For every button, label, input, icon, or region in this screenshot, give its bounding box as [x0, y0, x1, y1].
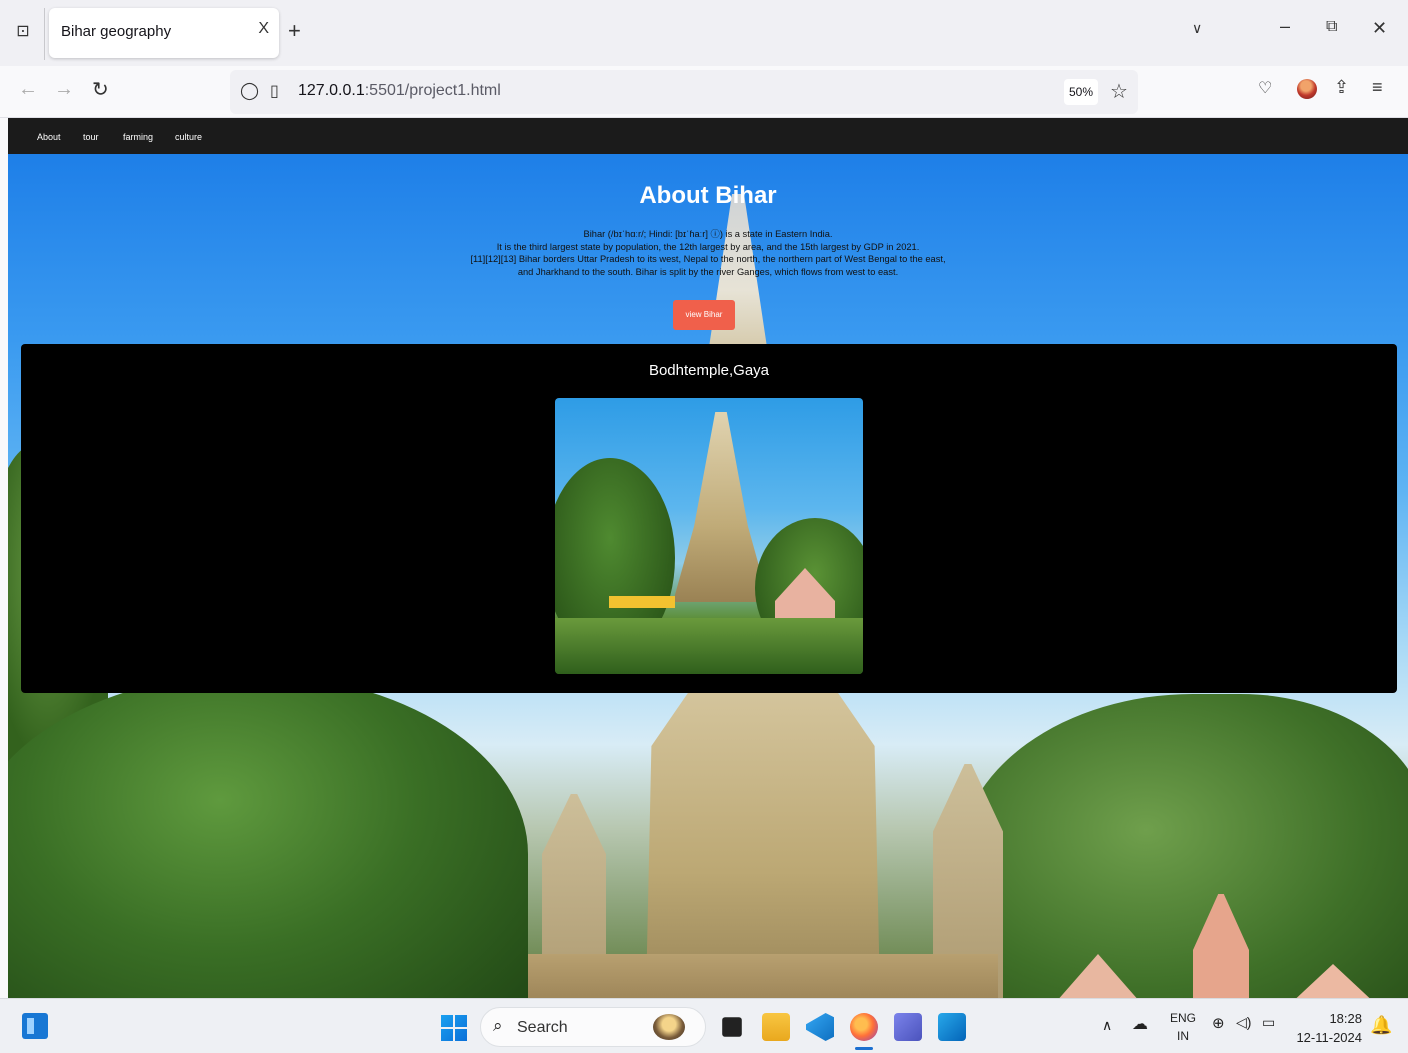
file-explorer-icon[interactable]: [762, 1013, 790, 1041]
onedrive-icon[interactable]: ☁: [1132, 1014, 1148, 1034]
image-flags: [609, 596, 675, 608]
temple-background: [645, 674, 881, 998]
zoom-level-badge[interactable]: 50%: [1064, 79, 1098, 105]
tree-background: [8, 674, 528, 998]
share-icon[interactable]: ⇪: [1334, 77, 1349, 98]
forward-arrow-icon[interactable]: →: [54, 78, 74, 101]
bookmark-star-icon[interactable]: ☆: [1110, 79, 1128, 104]
site-navbar: About tour farming culture: [8, 118, 1408, 154]
lang-region: IN: [1177, 1029, 1189, 1043]
browser-tab-bar: ⊡ Bihar geography X + ∨ – ⧉ ✕: [0, 0, 1408, 66]
language-indicator[interactable]: ENG IN: [1170, 1009, 1196, 1045]
hamburger-menu-icon[interactable]: ≡: [1372, 77, 1383, 98]
hero-line: and Jharkhand to the south. Bihar is spl…: [517, 266, 899, 277]
taskbar-search[interactable]: ⌕ Search: [480, 1007, 706, 1047]
divider: [44, 8, 45, 60]
search-highlight-icon: [653, 1014, 685, 1040]
lang-code: ENG: [1170, 1011, 1197, 1025]
volume-icon[interactable]: ◁): [1236, 1014, 1251, 1031]
firefox-icon[interactable]: [850, 1013, 878, 1041]
hero-line: Bihar (/bɪˈhɑːr/; Hindi: [bɪˈɦaːr] ⓘ) is…: [583, 229, 833, 239]
start-button[interactable]: [441, 1015, 467, 1041]
hero-description: Bihar (/bɪˈhɑːr/; Hindi: [bɪˈɦaːr] ⓘ) is…: [428, 228, 988, 278]
nav-link-about[interactable]: About: [37, 132, 61, 142]
image-lawn: [555, 618, 863, 674]
page-title: About Bihar: [639, 182, 777, 209]
hero-line: [11][12][13] Bihar borders Uttar Pradesh…: [470, 254, 946, 265]
notification-bell-icon[interactable]: 🔔: [1370, 1015, 1392, 1036]
windows-taskbar: ⌕ Search ∧ ☁ ENG IN ⊕ ◁) ▭ 18:28 12-11-2…: [0, 998, 1408, 1053]
nav-link-tour[interactable]: tour: [83, 132, 99, 142]
address-bar[interactable]: ◯ ▯ 127.0.0.1:5501/project1.html 50% ☆: [230, 70, 1138, 114]
tab-manager-icon[interactable]: ⊡: [12, 20, 34, 44]
task-view-icon[interactable]: [722, 1017, 742, 1037]
clock-date: 12-11-2024: [1296, 1030, 1362, 1045]
chevron-down-icon[interactable]: ∨: [1192, 20, 1202, 37]
close-window-icon[interactable]: ✕: [1372, 18, 1387, 39]
image-card: Bodhtemple,Gaya: [21, 344, 1397, 693]
tab-bihar-geography[interactable]: Bihar geography X: [49, 8, 279, 58]
battery-icon[interactable]: ▭: [1262, 1014, 1275, 1031]
reload-icon[interactable]: ↻: [92, 77, 109, 102]
nav-link-culture[interactable]: culture: [175, 132, 202, 142]
nav-link-farming[interactable]: farming: [123, 132, 153, 142]
active-app-indicator: [855, 1047, 873, 1050]
widgets-icon[interactable]: [22, 1013, 48, 1039]
chevron-up-icon[interactable]: ∧: [1102, 1017, 1112, 1034]
teams-icon[interactable]: [894, 1013, 922, 1041]
web-page-viewport: About tour farming culture About Bihar B…: [8, 118, 1408, 998]
temple-base-background: [528, 954, 998, 998]
search-placeholder: Search: [517, 1019, 568, 1036]
clock[interactable]: 18:28 12-11-2024: [1292, 1009, 1362, 1047]
url-text[interactable]: 127.0.0.1:5501/project1.html: [298, 82, 501, 100]
url-host: 127.0.0.1: [298, 82, 365, 99]
hero-line: It is the third largest state by populat…: [496, 241, 920, 252]
tab-title: Bihar geography: [61, 23, 172, 40]
page-icon[interactable]: ▯: [270, 81, 279, 101]
hero-section: About Bihar Bihar (/bɪˈhɑːr/; Hindi: [bɪ…: [8, 154, 1408, 998]
back-arrow-icon[interactable]: ←: [18, 78, 38, 101]
profile-avatar[interactable]: [1297, 79, 1317, 99]
pocket-icon[interactable]: ♡: [1258, 78, 1272, 98]
network-icon[interactable]: ⊕: [1212, 1014, 1225, 1032]
image-temple: [673, 412, 769, 602]
card-title: Bodhtemple,Gaya: [648, 362, 770, 379]
shield-icon[interactable]: ◯: [240, 81, 259, 101]
tab-close-icon[interactable]: X: [258, 20, 269, 38]
tree-background: [958, 694, 1408, 998]
new-tab-button[interactable]: +: [288, 18, 301, 44]
browser-nav-bar: ← → ↻ ◯ ▯ 127.0.0.1:5501/project1.html 5…: [0, 66, 1408, 118]
url-path: :5501/project1.html: [364, 82, 501, 99]
vscode-icon[interactable]: [806, 1013, 834, 1041]
search-icon: ⌕: [493, 1016, 503, 1035]
bodh-temple-image: [555, 398, 863, 674]
view-bihar-button[interactable]: view Bihar: [673, 300, 735, 330]
clock-time: 18:28: [1329, 1011, 1362, 1026]
restore-icon[interactable]: ⧉: [1326, 18, 1337, 36]
outlook-icon[interactable]: [938, 1013, 966, 1041]
minimize-icon[interactable]: –: [1280, 16, 1290, 37]
